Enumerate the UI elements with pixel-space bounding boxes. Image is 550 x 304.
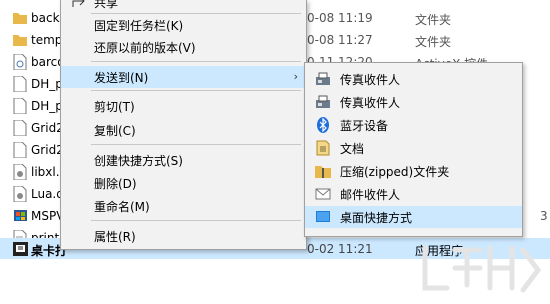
menu-item-label: 删除(D)	[94, 177, 137, 191]
file-size: 3	[540, 209, 548, 223]
send-to-desktop-shortcut[interactable]: 桌面快捷方式	[305, 206, 522, 228]
file-date: 0-08 11:27	[307, 33, 373, 47]
menu-item-label: 创建快捷方式(S)	[94, 154, 183, 168]
menu-separator	[91, 90, 301, 91]
submenu-item-label: 传真收件人	[340, 96, 401, 110]
file-name: DH_p	[31, 77, 63, 91]
submenu-item-label: 压缩(zipped)文件夹	[340, 165, 450, 179]
menu-separator	[91, 144, 301, 145]
file-name: Grid2	[31, 121, 64, 135]
menu-separator	[91, 220, 301, 221]
fax-icon	[315, 94, 331, 110]
send-to-zip-folder[interactable]: 压缩(zipped)文件夹	[305, 160, 522, 182]
file-name: DH_p	[31, 99, 63, 113]
chevron-right-icon: ›	[293, 70, 298, 83]
folder-icon	[13, 32, 27, 48]
file-date: 0-08 11:19	[307, 11, 373, 25]
send-to-bluetooth[interactable]: 蓝牙设备	[305, 114, 522, 136]
context-menu: 共享 固定到任务栏(K) 还原以前的版本(V) 发送到(N) › 剪切(T) 复…	[60, 0, 307, 250]
submenu-item-label: 桌面快捷方式	[340, 211, 413, 225]
menu-item-label: 发送到(N)	[94, 71, 149, 85]
menu-item-properties[interactable]: 属性(R)	[61, 225, 306, 247]
menu-item-share[interactable]: 共享	[61, 0, 306, 13]
file-icon	[13, 97, 27, 115]
documents-icon	[315, 140, 331, 156]
send-to-fax-2[interactable]: 传真收件人	[305, 91, 522, 113]
bluetooth-icon	[315, 117, 331, 133]
menu-item-label: 还原以前的版本(V)	[94, 41, 196, 55]
submenu-item-label: 传真收件人	[340, 73, 401, 87]
zip-folder-icon	[315, 163, 331, 179]
gear-file-icon	[13, 163, 27, 181]
send-to-fax-1[interactable]: 传真收件人	[305, 68, 522, 90]
ocx-file-icon	[13, 53, 27, 71]
desktop-icon	[315, 209, 331, 225]
mail-icon	[315, 186, 331, 202]
menu-item-label: 属性(R)	[94, 230, 136, 244]
send-to-mail[interactable]: 邮件收件人	[305, 183, 522, 205]
menu-item-label: 固定到任务栏(K)	[94, 19, 184, 33]
menu-item-send-to[interactable]: 发送到(N) ›	[61, 66, 306, 88]
file-icon	[13, 141, 27, 159]
fax-icon	[315, 71, 331, 87]
menu-item-restore-versions[interactable]: 还原以前的版本(V)	[61, 36, 306, 58]
submenu-item-label: 蓝牙设备	[340, 119, 389, 133]
menu-item-cut[interactable]: 剪切(T)	[61, 95, 306, 117]
menu-item-label: 重命名(M)	[94, 200, 150, 214]
file-icon	[13, 119, 27, 137]
file-type: 文件夹	[415, 13, 452, 27]
share-icon	[71, 0, 85, 12]
menu-item-rename[interactable]: 重命名(M)	[61, 195, 306, 217]
file-date: 0-02 11:21	[307, 242, 373, 256]
file-type: 应用程序	[415, 244, 464, 258]
file-name: Grid2	[31, 143, 64, 157]
menu-item-copy[interactable]: 复制(C)	[61, 119, 306, 141]
file-name: libxl.	[31, 165, 60, 179]
menu-separator	[91, 61, 301, 62]
file-type: 文件夹	[415, 35, 452, 49]
gear-file-icon	[13, 185, 27, 203]
menu-item-delete[interactable]: 删除(D)	[61, 172, 306, 194]
file-name: Lua.d	[31, 187, 64, 201]
menu-item-label: 共享	[94, 0, 119, 10]
menu-item-pin-taskbar[interactable]: 固定到任务栏(K)	[61, 14, 306, 36]
folder-icon	[13, 10, 27, 26]
send-to-submenu: 传真收件人 传真收件人 蓝牙设备 文档 压缩(zipped)文件夹 邮件收件人 …	[304, 62, 523, 237]
menu-item-create-shortcut[interactable]: 创建快捷方式(S)	[61, 149, 306, 171]
app-icon	[13, 208, 27, 224]
send-to-documents[interactable]: 文档	[305, 137, 522, 159]
menu-item-label: 剪切(T)	[94, 100, 135, 114]
app-icon	[13, 241, 28, 257]
file-name: temp	[31, 33, 63, 47]
menu-item-label: 复制(C)	[94, 124, 136, 138]
submenu-item-label: 文档	[340, 142, 365, 156]
file-icon	[13, 75, 27, 93]
submenu-item-label: 邮件收件人	[340, 188, 401, 202]
